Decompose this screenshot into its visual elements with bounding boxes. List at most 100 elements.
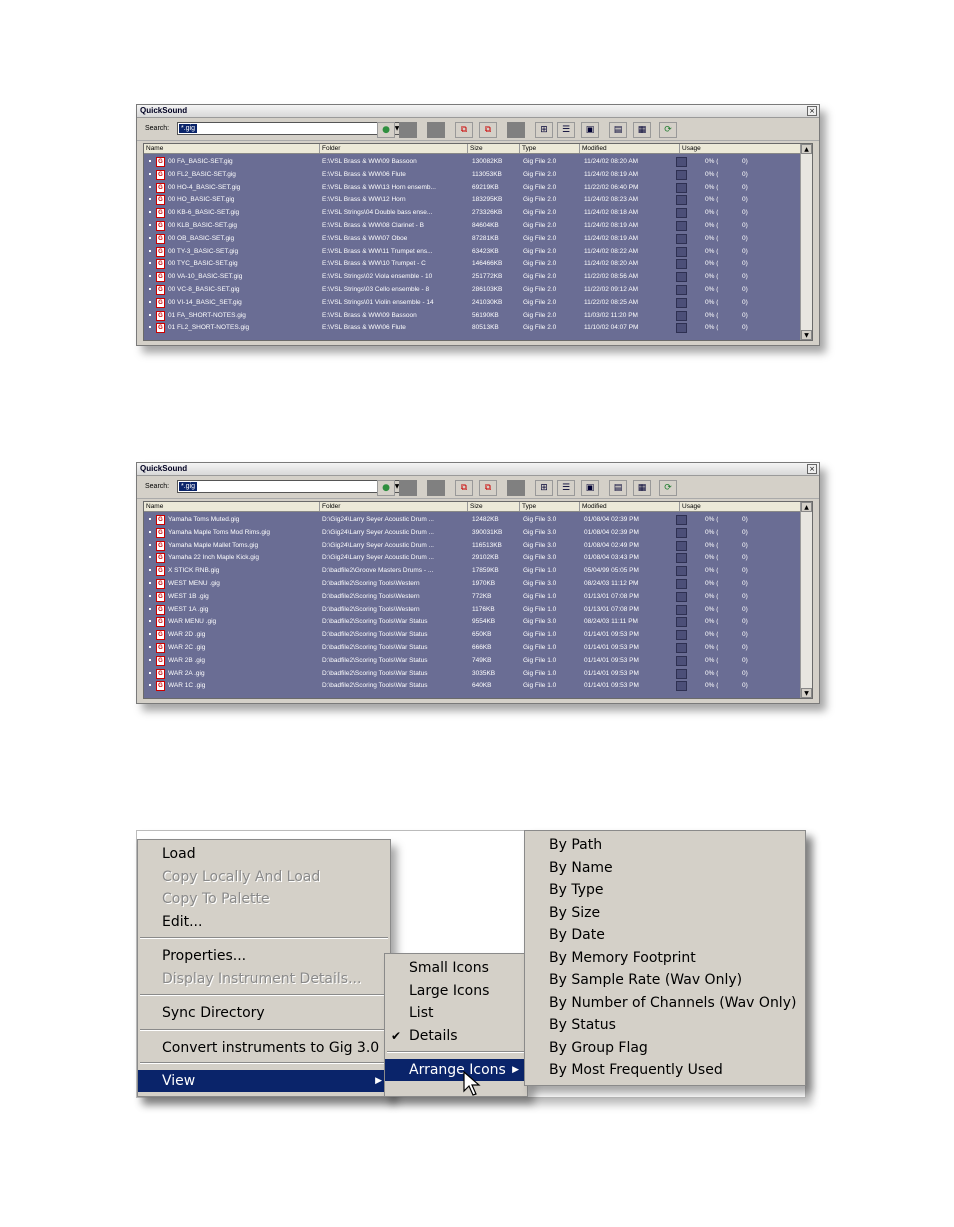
- paste-red-icon[interactable]: ⧉: [479, 480, 497, 496]
- column-header-name[interactable]: Name: [144, 502, 320, 511]
- pause-icon[interactable]: [427, 122, 445, 138]
- stop-icon[interactable]: [399, 480, 417, 496]
- details-icon[interactable]: ▦: [633, 480, 651, 496]
- properties-icon[interactable]: ▣: [581, 480, 599, 496]
- column-header-modified[interactable]: Modified: [580, 502, 680, 511]
- table-row[interactable]: G 00 HO_BASIC-SET.gig E:\VSL Brass & WW\12…: [144, 193, 800, 206]
- view-item-large-icons[interactable]: Large Icons: [385, 980, 527, 1002]
- menu-item-view[interactable]: View ▶: [138, 1070, 390, 1092]
- table-row[interactable]: G 00 HO-4_BASIC-SET.gig E:\VSL Brass & WW\…: [144, 181, 800, 194]
- arrange-item-by-most-frequently-used[interactable]: By Most Frequently Used: [525, 1059, 805, 1081]
- menu-item-copy-to-palette[interactable]: Copy To Palette: [138, 888, 390, 910]
- table-row[interactable]: G Yamaha Toms Muted.gig D:\Gig24\Larry Sey…: [144, 513, 800, 526]
- menu-item-convert-instruments-to-gig-3-0[interactable]: Convert instruments to Gig 3.0: [138, 1037, 390, 1059]
- column-header-size[interactable]: Size: [468, 502, 520, 511]
- table-row[interactable]: G 01 FA_SHORT-NOTES.gig E:\VSL Brass & WW\…: [144, 309, 800, 322]
- arrange-item-by-number-of-channels-wav-only[interactable]: By Number of Channels (Wav Only): [525, 992, 805, 1014]
- table-row[interactable]: G 00 KB-6_BASIC-SET.gig E:\VSL Strings\04 …: [144, 206, 800, 219]
- scroll-down-icon[interactable]: ▼: [801, 688, 812, 698]
- folder-tree-icon[interactable]: ⊞: [535, 122, 553, 138]
- table-row[interactable]: G 00 OB_BASIC-SET.gig E:\VSL Brass & WW\07…: [144, 232, 800, 245]
- table-row[interactable]: G WAR MENU .gig D:\badfile2\Scoring Tools\…: [144, 615, 800, 628]
- table-row[interactable]: G 00 VC-8_BASIC-SET.gig E:\VSL Strings\03 …: [144, 283, 800, 296]
- table-row[interactable]: G WAR 1C .gig D:\badfile2\Scoring Tools\Wa…: [144, 679, 800, 692]
- search-combobox[interactable]: *.gig ▼: [177, 122, 403, 135]
- arrange-item-by-name[interactable]: By Name: [525, 857, 805, 879]
- table-row[interactable]: GX STICK RNB.gig D:\badfile2\Groove Maste…: [144, 564, 800, 577]
- table-row[interactable]: G 00 FA_BASIC-SET.gig E:\VSL Brass & WW\09…: [144, 155, 800, 168]
- column-header-folder[interactable]: Folder: [320, 144, 468, 153]
- scroll-up-icon[interactable]: ▲: [801, 144, 812, 154]
- list-view-icon[interactable]: ☰: [557, 480, 575, 496]
- column-header-folder[interactable]: Folder: [320, 502, 468, 511]
- table-row[interactable]: G WEST 1B .gig D:\badfile2\Scoring Tools\W…: [144, 590, 800, 603]
- table-row[interactable]: G WAR 2B .gig D:\badfile2\Scoring Tools\Wa…: [144, 654, 800, 667]
- search-combobox[interactable]: *.gig ▼: [177, 480, 403, 493]
- sync-icon[interactable]: ⟳: [659, 122, 677, 138]
- vertical-scrollbar[interactable]: ▲ ▼: [800, 144, 812, 340]
- arrange-item-by-date[interactable]: By Date: [525, 924, 805, 946]
- arrange-item-by-size[interactable]: By Size: [525, 902, 805, 924]
- scroll-up-icon[interactable]: ▲: [801, 502, 812, 512]
- table-row[interactable]: G 00 TYC_BASIC-SET.gig E:\VSL Brass & WW\1…: [144, 257, 800, 270]
- column-header-usage[interactable]: Usage: [680, 144, 808, 153]
- view-item-arrange-icons[interactable]: Arrange Icons ▶: [385, 1059, 527, 1081]
- details-icon[interactable]: ▦: [633, 122, 651, 138]
- table-row[interactable]: G WAR 2D .gig D:\badfile2\Scoring Tools\Wa…: [144, 628, 800, 641]
- column-header-name[interactable]: Name: [144, 144, 320, 153]
- table-row[interactable]: G WAR 2C .gig D:\badfile2\Scoring Tools\Wa…: [144, 641, 800, 654]
- arrange-item-by-status[interactable]: By Status: [525, 1014, 805, 1036]
- window-icon[interactable]: ▤: [609, 480, 627, 496]
- menu-item-properties[interactable]: Properties...: [138, 945, 390, 967]
- folder-tree-icon[interactable]: ⊞: [535, 480, 553, 496]
- search-input[interactable]: *.gig: [179, 124, 198, 133]
- back-icon[interactable]: ●: [377, 480, 395, 496]
- scroll-down-icon[interactable]: ▼: [801, 330, 812, 340]
- column-header-type[interactable]: Type: [520, 144, 580, 153]
- close-button[interactable]: ×: [807, 106, 817, 116]
- table-row[interactable]: G Yamaha Maple Mallet Toms.gig D:\Gig24\La…: [144, 539, 800, 552]
- column-header-size[interactable]: Size: [468, 144, 520, 153]
- vertical-scrollbar[interactable]: ▲ ▼: [800, 502, 812, 698]
- window-icon[interactable]: ▤: [609, 122, 627, 138]
- table-row[interactable]: G WAR 2A .gig D:\badfile2\Scoring Tools\Wa…: [144, 667, 800, 680]
- column-header-type[interactable]: Type: [520, 502, 580, 511]
- arrange-item-by-path[interactable]: By Path: [525, 834, 805, 856]
- view-item-list[interactable]: List: [385, 1002, 527, 1024]
- table-row[interactable]: G 01 FL2_SHORT-NOTES.gig E:\VSL Brass & WW…: [144, 321, 800, 334]
- view-item-small-icons[interactable]: Small Icons: [385, 957, 527, 979]
- table-row[interactable]: G 00 KLB_BASIC-SET.gig E:\VSL Brass & WW\0…: [144, 219, 800, 232]
- menu-item-sync-directory[interactable]: Sync Directory: [138, 1002, 390, 1024]
- stop-icon[interactable]: [399, 122, 417, 138]
- arrange-item-by-sample-rate-wav-only[interactable]: By Sample Rate (Wav Only): [525, 969, 805, 991]
- arrange-item-by-memory-footprint[interactable]: By Memory Footprint: [525, 947, 805, 969]
- paste-red-icon[interactable]: ⧉: [479, 122, 497, 138]
- view-item-details[interactable]: ✔ Details: [385, 1025, 527, 1047]
- blank-tool-icon[interactable]: [507, 480, 525, 496]
- table-row[interactable]: G Yamaha Maple Toms Mod Rims.gig D:\Gig24\…: [144, 526, 800, 539]
- table-row[interactable]: G 00 VI-14_BASIC_SET.gig E:\VSL Strings\01…: [144, 296, 800, 309]
- back-icon[interactable]: ●: [377, 122, 395, 138]
- close-button[interactable]: ×: [807, 464, 817, 474]
- table-row[interactable]: G WEST 1A .gig D:\badfile2\Scoring Tools\W…: [144, 603, 800, 616]
- copy-red-icon[interactable]: ⧉: [455, 122, 473, 138]
- table-row[interactable]: G 00 TY-3_BASIC-SET.gig E:\VSL Brass & WW\…: [144, 245, 800, 258]
- table-row[interactable]: G WEST MENU .gig D:\badfile2\Scoring Tools…: [144, 577, 800, 590]
- list-view-icon[interactable]: ☰: [557, 122, 575, 138]
- menu-item-copy-locally-and-load[interactable]: Copy Locally And Load: [138, 866, 390, 888]
- blank-tool-icon[interactable]: [507, 122, 525, 138]
- table-row[interactable]: G 00 FL2_BASIC-SET.gig E:\VSL Brass & WW\0…: [144, 168, 800, 181]
- pause-icon[interactable]: [427, 480, 445, 496]
- column-header-usage[interactable]: Usage: [680, 502, 808, 511]
- table-row[interactable]: G Yamaha 22 Inch Maple Kick.gig D:\Gig24\L…: [144, 551, 800, 564]
- arrange-item-by-type[interactable]: By Type: [525, 879, 805, 901]
- menu-item-edit[interactable]: Edit...: [138, 911, 390, 933]
- menu-item-display-instrument-details[interactable]: Display Instrument Details...: [138, 968, 390, 990]
- table-row[interactable]: G 00 VA-10_BASIC-SET.gig E:\VSL Strings\02…: [144, 270, 800, 283]
- copy-red-icon[interactable]: ⧉: [455, 480, 473, 496]
- menu-item-load[interactable]: Load: [138, 843, 390, 865]
- column-header-modified[interactable]: Modified: [580, 144, 680, 153]
- sync-icon[interactable]: ⟳: [659, 480, 677, 496]
- search-input[interactable]: *.gig: [179, 482, 198, 491]
- arrange-item-by-group-flag[interactable]: By Group Flag: [525, 1037, 805, 1059]
